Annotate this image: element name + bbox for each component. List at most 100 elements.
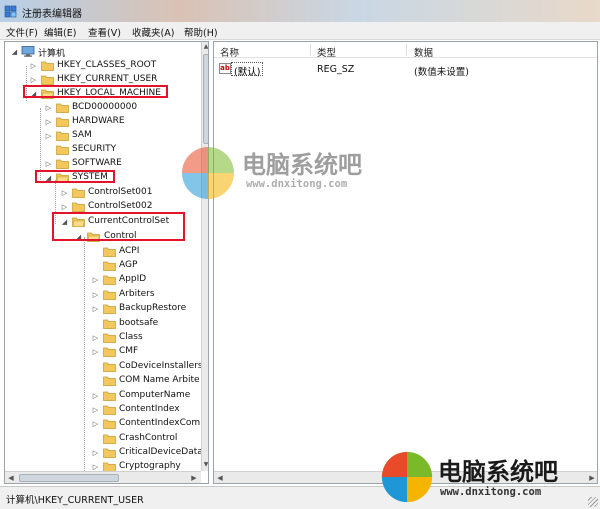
scroll-right-arrow-icon[interactable]: ▶	[587, 473, 597, 483]
tree-node-sam[interactable]: ▷ SAM	[5, 129, 195, 143]
tree-node-cmf[interactable]: ▷ CMF	[5, 345, 200, 359]
expand-arrow-icon[interactable]: ▷	[92, 392, 99, 400]
list-horizontal-scrollbar[interactable]: ◀ ▶	[214, 471, 597, 483]
highlight-box-hklm	[23, 85, 168, 98]
collapse-arrow-icon[interactable]: ◢	[11, 48, 18, 56]
folder-icon	[103, 434, 116, 444]
expand-arrow-icon[interactable]: ▷	[92, 463, 99, 471]
menu-bar: 文件(F) 编辑(E) 查看(V) 收藏夹(A) 帮助(H)	[0, 22, 600, 40]
tree-label: CriticalDeviceData	[119, 447, 203, 457]
expand-arrow-icon[interactable]: ▷	[92, 449, 99, 457]
menu-favorites[interactable]: 收藏夹(A)	[132, 25, 174, 39]
expand-arrow-icon[interactable]: ▷	[30, 76, 37, 84]
tree-node-software[interactable]: ▷ SOFTWARE	[5, 157, 195, 171]
tree-label: AGP	[119, 260, 138, 270]
column-divider[interactable]	[310, 44, 311, 56]
column-header-data[interactable]: 数据	[414, 45, 433, 59]
expand-arrow-icon[interactable]: ▷	[45, 118, 52, 126]
folder-icon	[56, 131, 69, 141]
scroll-thumb[interactable]	[19, 474, 119, 482]
tree-node-computer[interactable]: ◢ 计算机	[5, 45, 195, 59]
tree-node-com-name-arbiter[interactable]: COM Name Arbite	[5, 374, 200, 388]
status-path: 计算机\HKEY_CURRENT_USER	[6, 495, 144, 506]
scroll-left-arrow-icon[interactable]: ◀	[215, 473, 225, 483]
expand-arrow-icon[interactable]: ▷	[92, 276, 99, 284]
tree-label: BackupRestore	[119, 303, 187, 313]
tree-label: SAM	[72, 130, 92, 140]
tree-node-bcd[interactable]: ▷ BCD00000000	[5, 101, 195, 115]
folder-icon	[103, 333, 116, 343]
tree-horizontal-scrollbar[interactable]: ◀ ▶	[5, 471, 201, 483]
tree-label: SECURITY	[72, 144, 117, 154]
scroll-down-arrow-icon[interactable]: ▼	[203, 461, 208, 469]
folder-icon	[41, 61, 54, 71]
expand-arrow-icon[interactable]: ▷	[45, 104, 52, 112]
column-header-type[interactable]: 类型	[317, 45, 336, 59]
tree-node-crashcontrol[interactable]: CrashControl	[5, 432, 200, 446]
tree-label: 计算机	[38, 49, 66, 59]
expand-arrow-icon[interactable]: ▷	[92, 305, 99, 313]
menu-view[interactable]: 查看(V)	[88, 25, 121, 39]
folder-icon	[103, 347, 116, 357]
menu-edit[interactable]: 编辑(E)	[44, 25, 76, 39]
tree-node-acpi[interactable]: ACPI	[5, 245, 200, 259]
list-header: 名称 类型 数据	[214, 42, 597, 59]
expand-arrow-icon[interactable]: ▷	[45, 160, 52, 168]
value-type: REG_SZ	[317, 64, 355, 75]
tree-node-controlset001[interactable]: ▷ ControlSet001	[5, 186, 195, 200]
folder-icon	[72, 188, 85, 198]
folder-icon	[56, 159, 69, 169]
folder-icon	[103, 391, 116, 401]
folder-icon	[103, 405, 116, 415]
tree-node-security[interactable]: SECURITY	[5, 143, 195, 157]
tree-node-codeviceinstallers[interactable]: CoDeviceInstallers	[5, 360, 203, 374]
expand-arrow-icon[interactable]: ▷	[92, 348, 99, 356]
tree-label: COM Name Arbite	[119, 375, 200, 385]
tree-node-arbiters[interactable]: ▷ Arbiters	[5, 288, 200, 302]
tree-label: CMF	[119, 346, 139, 356]
scroll-thumb[interactable]	[203, 54, 208, 144]
tree-node-computername[interactable]: ▷ ComputerName	[5, 389, 200, 403]
column-header-name[interactable]: 名称	[220, 45, 239, 59]
expand-arrow-icon[interactable]: ▷	[92, 420, 99, 428]
tree-node-backuprestore[interactable]: ▷ BackupRestore	[5, 302, 200, 316]
scroll-left-arrow-icon[interactable]: ◀	[6, 473, 16, 483]
expand-arrow-icon[interactable]: ▷	[61, 189, 68, 197]
folder-icon	[103, 362, 116, 372]
tree-vertical-scrollbar[interactable]: ▲ ▼	[201, 42, 208, 471]
tree-label: SOFTWARE	[72, 158, 122, 168]
tree-node-appid[interactable]: ▷ AppID	[5, 273, 200, 287]
registry-values-pane[interactable]: 名称 类型 数据 ab (默认) REG_SZ (数值未设置) ◀ ▶	[213, 41, 598, 484]
tree-label: HARDWARE	[72, 116, 125, 126]
tree-node-contentindex[interactable]: ▷ ContentIndex	[5, 403, 200, 417]
resize-grip-icon[interactable]	[588, 497, 598, 507]
menu-file[interactable]: 文件(F)	[6, 25, 38, 39]
folder-icon	[56, 145, 69, 155]
tree-label: Cryptography	[119, 461, 181, 471]
tree-node-agp[interactable]: AGP	[5, 259, 200, 273]
scroll-right-arrow-icon[interactable]: ▶	[189, 473, 199, 483]
tree-node-hardware[interactable]: ▷ HARDWARE	[5, 115, 195, 129]
tree-label: CrashControl	[119, 433, 178, 443]
expand-arrow-icon[interactable]: ▷	[92, 334, 99, 342]
expand-arrow-icon[interactable]: ▷	[61, 203, 68, 211]
expand-arrow-icon[interactable]: ▷	[45, 132, 52, 140]
tree-node-class[interactable]: ▷ Class	[5, 331, 200, 345]
tree-node-hkey-classes-root[interactable]: ▷ HKEY_CLASSES_ROOT	[5, 59, 195, 73]
menu-help[interactable]: 帮助(H)	[184, 25, 218, 39]
folder-icon	[103, 247, 116, 257]
tree-node-criticaldevicedatabase[interactable]: ▷ CriticalDeviceData	[5, 446, 203, 460]
column-divider[interactable]	[406, 44, 407, 56]
expand-arrow-icon[interactable]: ▷	[92, 406, 99, 414]
tree-label: AppID	[119, 274, 147, 284]
tree-node-contentindexcommon[interactable]: ▷ ContentIndexCom	[5, 417, 200, 431]
expand-arrow-icon[interactable]: ▷	[30, 62, 37, 70]
scroll-up-arrow-icon[interactable]: ▲	[203, 43, 208, 51]
value-row[interactable]: ab (默认) REG_SZ (数值未设置)	[214, 62, 597, 78]
tree-node-bootsafe[interactable]: bootsafe	[5, 317, 200, 331]
expand-arrow-icon[interactable]: ▷	[92, 291, 99, 299]
folder-icon	[72, 202, 85, 212]
registry-tree-pane[interactable]: ◢ 计算机 ▷ HKEY_CLASSES_ROOT ▷ HKEY_CURRENT…	[4, 41, 209, 484]
folder-icon	[56, 117, 69, 127]
folder-icon	[103, 290, 116, 300]
